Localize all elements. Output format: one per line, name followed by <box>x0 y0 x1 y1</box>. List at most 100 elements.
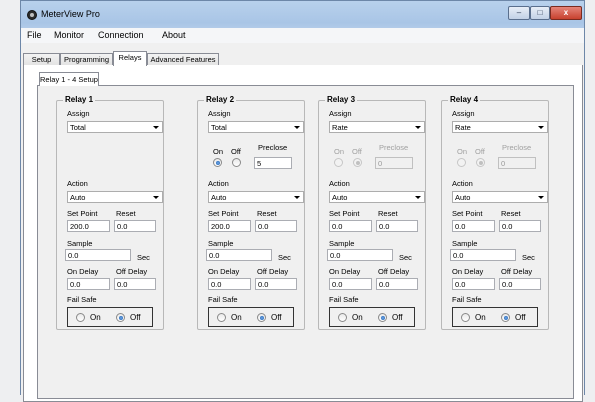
sec-label: Sec <box>278 253 291 262</box>
window-title: MeterView Pro <box>41 9 100 19</box>
preclose-label: Preclose <box>502 143 532 152</box>
fail-safe-on-radio[interactable] <box>338 313 347 322</box>
off-delay-label: Off Delay <box>257 267 289 276</box>
action-select[interactable]: Auto <box>329 191 425 203</box>
off-delay-input[interactable]: 0.0 <box>114 278 156 290</box>
assign-select[interactable]: Total <box>208 121 304 133</box>
set-point-input[interactable]: 0.0 <box>329 220 372 232</box>
reset-input[interactable]: 0.0 <box>376 220 418 232</box>
on-delay-label: On Delay <box>67 267 99 276</box>
tab-advanced-features[interactable]: Advanced Features <box>147 53 219 65</box>
off-label: Off <box>231 147 241 156</box>
action-label: Action <box>329 179 350 188</box>
off-delay-input[interactable]: 0.0 <box>499 278 541 290</box>
preclose-on-radio[interactable] <box>334 158 343 167</box>
menu-monitor[interactable]: Monitor <box>54 30 84 40</box>
sec-label: Sec <box>522 253 535 262</box>
preclose-off-radio[interactable] <box>232 158 241 167</box>
assign-value: Rate <box>455 123 471 132</box>
sample-input[interactable]: 0.0 <box>450 249 516 261</box>
client-area: Setup Programming Relays Advanced Featur… <box>21 43 584 402</box>
assign-value: Rate <box>332 123 348 132</box>
action-select[interactable]: Auto <box>67 191 163 203</box>
action-select[interactable]: Auto <box>208 191 304 203</box>
reset-input[interactable]: 0.0 <box>114 220 156 232</box>
set-point-input[interactable]: 200.0 <box>208 220 251 232</box>
set-point-label: Set Point <box>208 209 239 218</box>
action-label: Action <box>208 179 229 188</box>
fail-safe-on-radio[interactable] <box>461 313 470 322</box>
on-delay-input[interactable]: 0.0 <box>329 278 372 290</box>
relay-title: Relay 4 <box>448 95 481 104</box>
fail-safe-off-label: Off <box>130 313 141 322</box>
assign-label: Assign <box>452 109 475 118</box>
menu-file[interactable]: File <box>27 30 42 40</box>
menu-connection[interactable]: Connection <box>98 30 144 40</box>
on-delay-label: On Delay <box>208 267 240 276</box>
chevron-down-icon <box>415 126 421 129</box>
fail-safe-label: Fail Safe <box>329 295 359 304</box>
off-delay-input[interactable]: 0.0 <box>255 278 297 290</box>
sample-label: Sample <box>208 239 234 248</box>
on-delay-input[interactable]: 0.0 <box>67 278 110 290</box>
assign-select[interactable]: Rate <box>452 121 548 133</box>
maximize-button[interactable]: □ <box>530 6 550 20</box>
sample-input[interactable]: 0.0 <box>206 249 272 261</box>
fail-safe-on-label: On <box>475 313 486 322</box>
sample-input[interactable]: 0.0 <box>327 249 393 261</box>
preclose-on-radio[interactable] <box>457 158 466 167</box>
tab-relay-1-4-setup[interactable]: Relay 1 - 4 Setup <box>39 72 99 86</box>
on-delay-input[interactable]: 0.0 <box>452 278 495 290</box>
chevron-down-icon <box>153 196 159 199</box>
fail-safe-on-radio[interactable] <box>217 313 226 322</box>
close-button[interactable]: x <box>550 6 582 20</box>
reset-input[interactable]: 0.0 <box>499 220 541 232</box>
fail-safe-off-radio[interactable] <box>378 313 387 322</box>
preclose-input[interactable]: 5 <box>254 157 292 169</box>
fail-safe-off-radio[interactable] <box>257 313 266 322</box>
action-value: Auto <box>211 193 227 202</box>
menu-about[interactable]: About <box>162 30 186 40</box>
assign-select[interactable]: Total <box>67 121 163 133</box>
preclose-off-radio[interactable] <box>476 158 485 167</box>
minimize-button[interactable]: – <box>508 6 530 20</box>
on-delay-input[interactable]: 0.0 <box>208 278 251 290</box>
fail-safe-box: On Off <box>329 307 415 327</box>
action-select[interactable]: Auto <box>452 191 548 203</box>
relay-group-1: Relay 1 Assign Total Action Auto Set Poi… <box>56 95 164 330</box>
relay-group-4: Relay 4 Assign Rate On Off Preclose 0 Ac… <box>441 95 549 330</box>
tab-programming[interactable]: Programming <box>60 53 113 65</box>
fail-safe-box: On Off <box>452 307 538 327</box>
sample-input[interactable]: 0.0 <box>65 249 131 261</box>
assign-select[interactable]: Rate <box>329 121 425 133</box>
off-delay-label: Off Delay <box>501 267 533 276</box>
sample-label: Sample <box>452 239 478 248</box>
fail-safe-off-radio[interactable] <box>501 313 510 322</box>
relay-setup-page: Relay 1 Assign Total Action Auto Set Poi… <box>37 85 574 399</box>
reset-input[interactable]: 0.0 <box>255 220 297 232</box>
chevron-down-icon <box>538 126 544 129</box>
assign-value: Total <box>70 123 86 132</box>
set-point-input[interactable]: 0.0 <box>452 220 495 232</box>
assign-value: Total <box>211 123 227 132</box>
title-bar: MeterView Pro – □ x <box>21 1 584 27</box>
fail-safe-on-radio[interactable] <box>76 313 85 322</box>
chevron-down-icon <box>415 196 421 199</box>
tab-relays[interactable]: Relays <box>113 51 147 66</box>
off-delay-label: Off Delay <box>116 267 148 276</box>
fail-safe-box: On Off <box>208 307 294 327</box>
off-delay-label: Off Delay <box>378 267 410 276</box>
tab-setup[interactable]: Setup <box>23 53 60 65</box>
on-label: On <box>457 147 468 156</box>
sample-label: Sample <box>329 239 355 248</box>
preclose-off-radio[interactable] <box>353 158 362 167</box>
preclose-on-radio[interactable] <box>213 158 222 167</box>
off-delay-input[interactable]: 0.0 <box>376 278 418 290</box>
chevron-down-icon <box>294 126 300 129</box>
app-logo-icon <box>27 10 37 20</box>
preclose-input[interactable]: 0 <box>498 157 536 169</box>
fail-safe-off-radio[interactable] <box>116 313 125 322</box>
preclose-input[interactable]: 0 <box>375 157 413 169</box>
action-value: Auto <box>455 193 471 202</box>
set-point-input[interactable]: 200.0 <box>67 220 110 232</box>
